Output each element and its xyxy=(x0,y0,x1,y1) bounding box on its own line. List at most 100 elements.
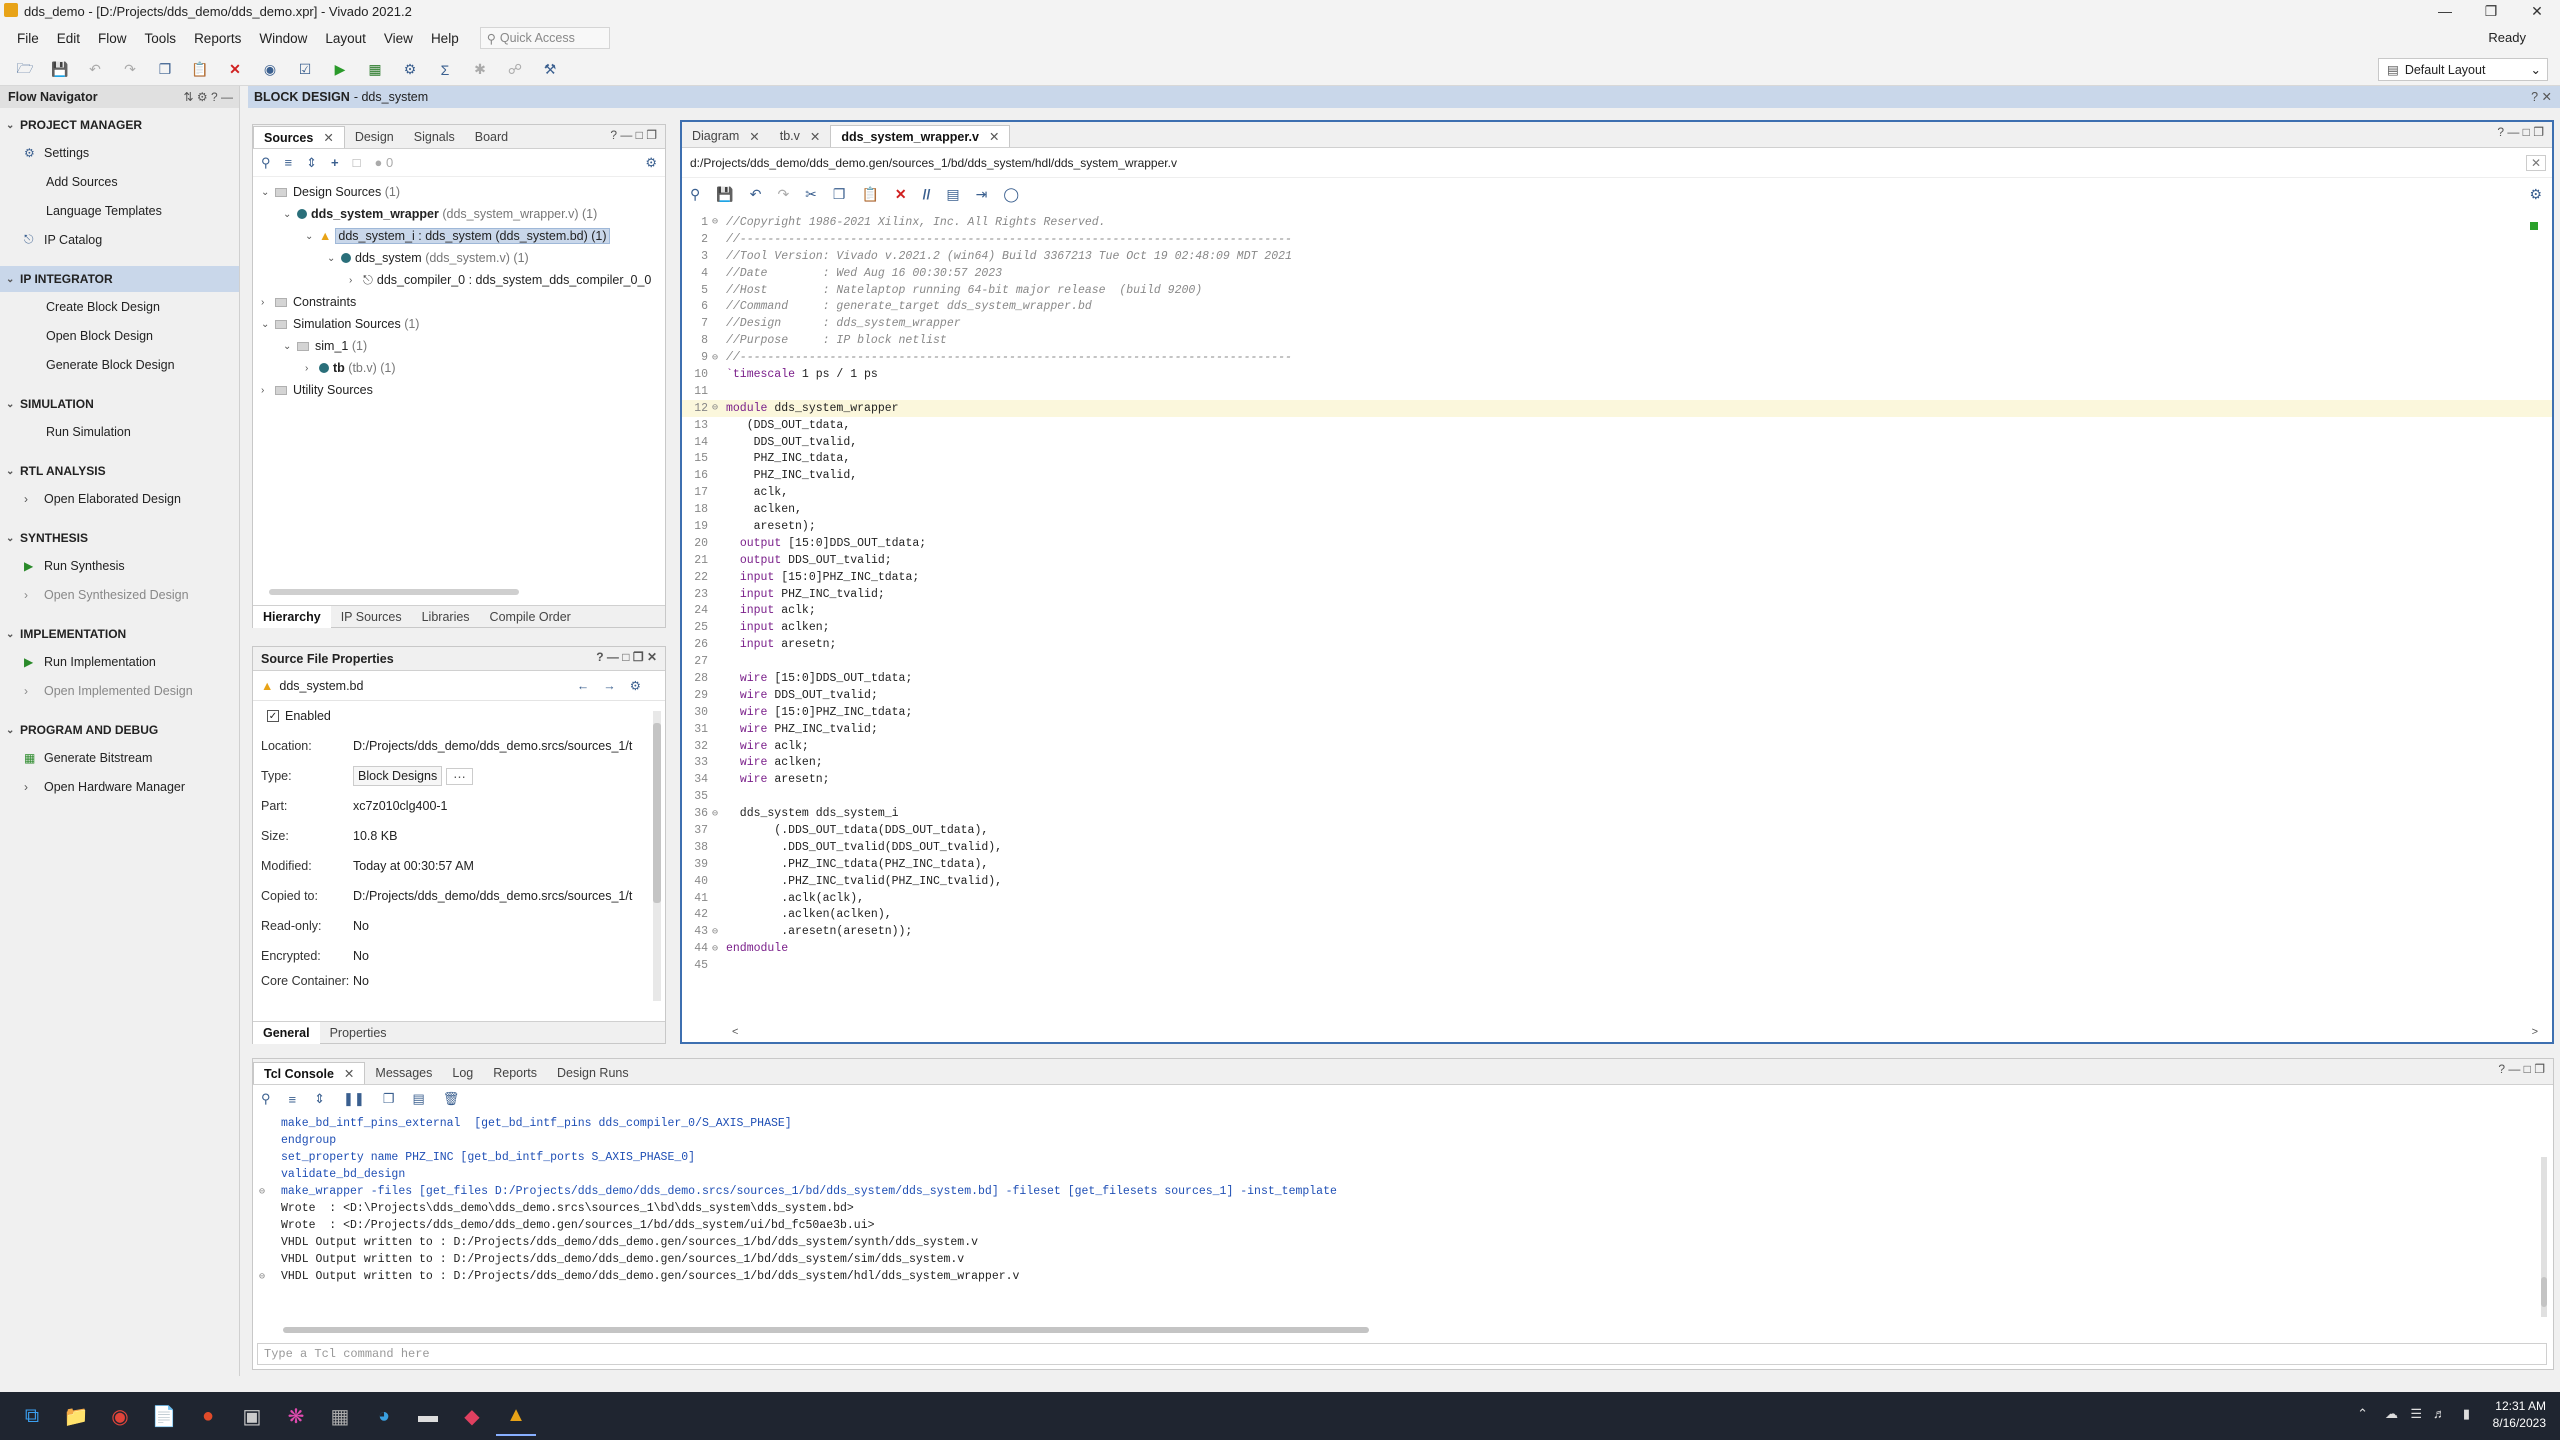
block-icon[interactable]: ▤ xyxy=(946,186,959,203)
tab-libraries[interactable]: Libraries xyxy=(412,606,480,628)
menu-flow[interactable]: Flow xyxy=(89,31,136,46)
menu-edit[interactable]: Edit xyxy=(48,31,89,46)
panel-controls-icon[interactable]: ? — □ ❐ xyxy=(610,128,657,142)
close-icon[interactable]: ✕ xyxy=(323,130,333,145)
vertical-scrollbar[interactable] xyxy=(653,711,661,1001)
nav-run-implementation[interactable]: ▶ Run Implementation xyxy=(0,647,239,676)
close-icon[interactable]: ✕ xyxy=(989,129,999,144)
search-binoculars-icon[interactable]: ◉ xyxy=(259,59,281,81)
tree-dds-system-wrapper[interactable]: ⌄ dds_system_wrapper (dds_system_wrapper.… xyxy=(253,203,665,225)
tree-utility-sources[interactable]: › Utility Sources xyxy=(253,379,665,401)
calculator-icon[interactable]: ▦ xyxy=(320,1396,360,1436)
run-synthesis-icon[interactable]: ▦ xyxy=(364,59,386,81)
battery-icon[interactable]: ▮ xyxy=(2463,1406,2470,1422)
disconnect-icon[interactable]: ✱ xyxy=(469,59,491,81)
trash-icon[interactable]: 🗑 xyxy=(443,1091,460,1107)
sigma-icon[interactable]: Σ xyxy=(434,59,456,81)
settings-icon[interactable]: ⚙ xyxy=(399,59,421,81)
undo-icon[interactable]: ↶ xyxy=(84,59,106,81)
table-icon[interactable]: ▤ xyxy=(412,1091,424,1107)
menu-view[interactable]: View xyxy=(375,31,422,46)
file-icon[interactable]: □ xyxy=(353,155,361,170)
scroll-left-icon[interactable]: < xyxy=(732,1026,738,1038)
section-rtl-analysis[interactable]: ⌄ RTL ANALYSIS xyxy=(0,458,239,484)
nav-run-simulation[interactable]: Run Simulation xyxy=(0,417,239,446)
nav-run-synthesis[interactable]: ▶ Run Synthesis xyxy=(0,551,239,580)
section-ip-integrator[interactable]: ⌄ IP INTEGRATOR xyxy=(0,266,239,292)
app-window-icon[interactable]: ▣ xyxy=(232,1396,272,1436)
nav-open-hardware-manager[interactable]: › Open Hardware Manager xyxy=(0,772,239,801)
fold-icon[interactable]: ⊖ xyxy=(259,1271,281,1283)
delete-icon[interactable]: ✕ xyxy=(224,59,246,81)
run-icon[interactable]: ▶ xyxy=(329,59,351,81)
tab-general[interactable]: General xyxy=(253,1021,320,1044)
chrome-icon[interactable]: ◉ xyxy=(100,1396,140,1436)
gear-icon[interactable]: ⚙ xyxy=(645,155,657,171)
tools-icon[interactable]: ⚒ xyxy=(539,59,561,81)
tab-ip-sources[interactable]: IP Sources xyxy=(331,606,412,628)
nav-language-templates[interactable]: Language Templates xyxy=(0,196,239,225)
panel-controls-icon[interactable]: ? — □ ❐ xyxy=(2498,1062,2545,1076)
nav-arrows-icon[interactable]: ←→⚙ xyxy=(577,678,655,693)
search-icon[interactable]: ⚲ xyxy=(261,1091,271,1107)
section-synthesis[interactable]: ⌄ SYNTHESIS xyxy=(0,525,239,551)
fold-icon[interactable]: ⊖ xyxy=(712,943,726,955)
tree-dds-system[interactable]: ⌄ dds_system (dds_system.v) (1) xyxy=(253,247,665,269)
tree-tb[interactable]: › tb (tb.v) (1) xyxy=(253,357,665,379)
cloud-icon[interactable]: ☁ xyxy=(2385,1406,2398,1422)
tab-tb-v[interactable]: tb.v ✕ xyxy=(770,125,831,147)
edge-icon[interactable]: ◕ xyxy=(364,1396,404,1436)
windows-start-icon[interactable]: ⧉ xyxy=(12,1396,52,1436)
search-icon[interactable]: ⚲ xyxy=(690,186,700,203)
fold-icon[interactable]: ⊖ xyxy=(712,352,726,364)
save-icon[interactable]: 💾 xyxy=(716,186,733,203)
close-icon[interactable]: ✕ xyxy=(749,129,759,144)
section-project-manager[interactable]: ⌄ PROJECT MANAGER xyxy=(0,112,239,138)
lightbulb-icon[interactable]: ◯ xyxy=(1003,186,1019,203)
add-icon[interactable]: + xyxy=(331,155,339,170)
tab-log[interactable]: Log xyxy=(442,1062,483,1084)
menu-tools[interactable]: Tools xyxy=(136,31,186,46)
checklist-icon[interactable]: ☑ xyxy=(294,59,316,81)
volume-icon[interactable]: ♬ xyxy=(2433,1406,2446,1421)
app-red-icon[interactable]: ◆ xyxy=(452,1396,492,1436)
section-simulation[interactable]: ⌄ SIMULATION xyxy=(0,391,239,417)
nav-generate-bitstream[interactable]: ▦ Generate Bitstream xyxy=(0,743,239,772)
tree-dds-compiler[interactable]: › ⎋ dds_compiler_0 : dds_system_dds_compil… xyxy=(253,269,665,291)
copy-icon[interactable]: ❐ xyxy=(383,1091,395,1107)
collapse-all-icon[interactable]: ≡ xyxy=(285,155,293,170)
search-icon[interactable]: ⚲ xyxy=(261,155,271,171)
tab-dds-system-wrapper-v[interactable]: dds_system_wrapper.v ✕ xyxy=(830,125,1011,147)
fold-icon[interactable]: ⊖ xyxy=(712,216,726,228)
redo-icon[interactable]: ↷ xyxy=(777,186,789,203)
menu-window[interactable]: Window xyxy=(250,31,316,46)
horizontal-scrollbar[interactable] xyxy=(283,1327,1369,1333)
fold-icon[interactable]: ⊖ xyxy=(712,808,726,820)
tree-constraints[interactable]: › Constraints xyxy=(253,291,665,313)
paste-icon[interactable]: 📋 xyxy=(189,59,211,81)
copy-icon[interactable]: ❐ xyxy=(154,59,176,81)
tab-hierarchy[interactable]: Hierarchy xyxy=(253,605,331,628)
fold-icon[interactable]: ⊖ xyxy=(712,402,726,414)
gear-icon[interactable]: ⚙ xyxy=(2529,186,2542,203)
nav-generate-block-design[interactable]: Generate Block Design xyxy=(0,350,239,379)
terminal-icon[interactable]: ▬ xyxy=(408,1396,448,1436)
close-icon[interactable]: ✕ xyxy=(810,129,820,144)
nav-add-sources[interactable]: Add Sources xyxy=(0,167,239,196)
code-area[interactable]: 1 ⊖//Copyright 1986-2021 Xilinx, Inc. All… xyxy=(682,210,2552,974)
cut-icon[interactable]: ✂ xyxy=(805,186,817,203)
tab-compile-order[interactable]: Compile Order xyxy=(480,606,581,628)
tab-reports[interactable]: Reports xyxy=(483,1062,547,1084)
nav-open-elaborated-design[interactable]: › Open Elaborated Design xyxy=(0,484,239,513)
header-controls-icon[interactable]: ? ✕ xyxy=(2531,89,2552,104)
panel-controls-icon[interactable]: ⇅ ⚙ ? — xyxy=(184,90,234,104)
nav-open-implemented-design[interactable]: › Open Implemented Design xyxy=(0,676,239,705)
tab-diagram[interactable]: Diagram ✕ xyxy=(682,125,770,147)
link-icon[interactable]: ☍ xyxy=(504,59,526,81)
tree-dds-system-i[interactable]: ⌄ ▲ dds_system_i : dds_system (dds_system.… xyxy=(253,225,665,247)
fold-icon[interactable]: ⊖ xyxy=(259,1186,281,1198)
wifi-icon[interactable]: ☰ xyxy=(2410,1406,2422,1422)
file-explorer-icon[interactable]: 📁 xyxy=(56,1396,96,1436)
nav-create-block-design[interactable]: Create Block Design xyxy=(0,292,239,321)
more-icon[interactable]: ⋯ xyxy=(446,767,473,785)
